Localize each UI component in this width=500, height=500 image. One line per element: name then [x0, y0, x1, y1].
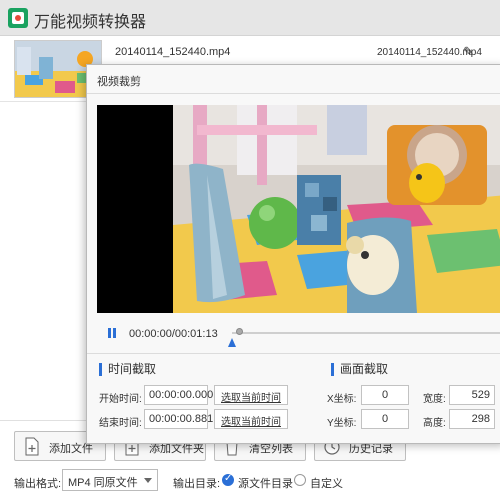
title-bar: 万能视频转换器 [0, 0, 500, 36]
playback-time: 00:00:00/00:01:13 [129, 328, 218, 340]
seek-handle[interactable] [236, 328, 243, 335]
radio-custom-dir-label: 自定义 [310, 478, 343, 490]
divider [87, 93, 500, 94]
start-time-input[interactable]: 00:00:00.000 [144, 385, 213, 405]
seek-track[interactable] [232, 332, 500, 334]
radio-custom-dir[interactable] [294, 474, 306, 486]
app-title: 万能视频转换器 [34, 12, 147, 31]
video-preview[interactable] [97, 105, 500, 313]
pause-icon[interactable] [107, 328, 117, 339]
y-coordinate-input[interactable]: 0 [361, 409, 409, 429]
x-coordinate-label: X坐标: [327, 394, 357, 405]
divider [87, 353, 500, 354]
video-crop-dialog: 视频裁剪 00:00:00/00:01:13 时间截取 开始时间: 00:00:… [86, 64, 500, 444]
height-label: 高度: [423, 418, 446, 429]
y-coordinate-label: Y坐标: [327, 418, 357, 429]
video-frame-image [97, 105, 500, 313]
set-start-current-button[interactable]: 选取当前时间 [214, 385, 288, 405]
time-section-title: 时间截取 [99, 363, 156, 376]
add-file-icon [25, 437, 39, 456]
width-label: 宽度: [423, 394, 446, 405]
file-name: 20140114_152440.mp4 [115, 46, 231, 58]
output-format-value: MP4 同原文件 [68, 477, 138, 489]
trim-start-marker[interactable] [228, 338, 236, 347]
app-logo-icon [8, 8, 28, 28]
height-input[interactable]: 298 [449, 409, 495, 429]
pencil-icon[interactable]: ✎ [463, 45, 477, 59]
end-time-label: 结束时间: [99, 418, 142, 429]
end-time-input[interactable]: 00:00:00.881 [144, 409, 213, 429]
output-format-label: 输出格式: [14, 478, 62, 490]
chevron-down-icon [144, 478, 152, 483]
x-coordinate-input[interactable]: 0 [361, 385, 409, 405]
start-time-label: 开始时间: [99, 394, 142, 405]
dialog-title: 视频裁剪 [97, 76, 141, 88]
radio-source-dir[interactable] [222, 473, 234, 486]
width-input[interactable]: 529 [449, 385, 495, 405]
playback-bar: 00:00:00/00:01:13 [97, 319, 500, 349]
set-end-current-button[interactable]: 选取当前时间 [214, 409, 288, 429]
crop-section-title: 画面截取 [331, 363, 388, 376]
output-format-select[interactable]: MP4 同原文件 [62, 469, 158, 491]
output-dir-label: 输出目录: [173, 478, 221, 490]
radio-source-dir-label: 源文件目录 [238, 478, 293, 490]
